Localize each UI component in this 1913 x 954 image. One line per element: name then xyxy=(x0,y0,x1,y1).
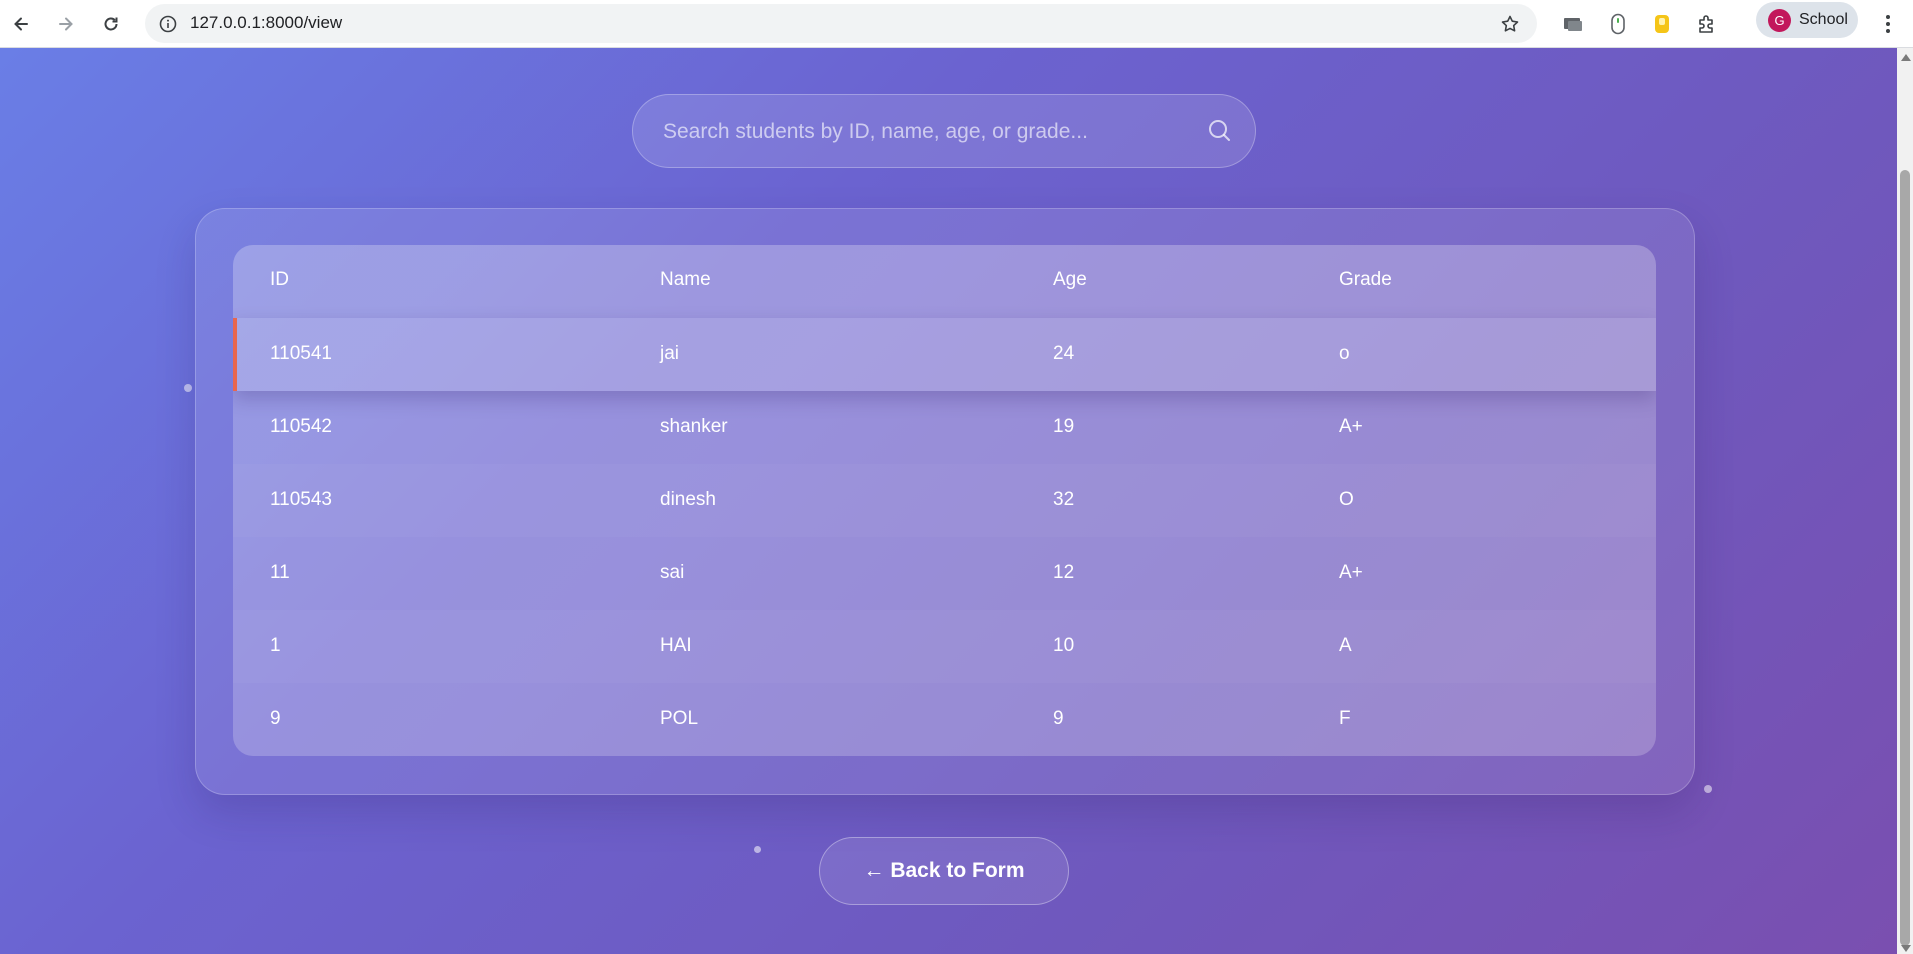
page-scrollbar[interactable] xyxy=(1897,48,1913,954)
table-row[interactable]: 11 sai 12 A+ xyxy=(233,537,1656,610)
decorative-dot xyxy=(184,384,192,392)
avatar: G xyxy=(1768,9,1791,32)
cell-name: POL xyxy=(660,708,699,729)
cell-name: sai xyxy=(660,562,685,583)
cell-id: 110541 xyxy=(270,343,332,364)
scroll-thumb[interactable] xyxy=(1900,170,1910,946)
search-input[interactable] xyxy=(663,113,1183,151)
cell-id: 11 xyxy=(270,562,290,583)
extension-mouse-icon[interactable] xyxy=(1603,9,1633,39)
cell-id: 110543 xyxy=(270,489,332,510)
bookmark-star-icon[interactable] xyxy=(1492,6,1528,42)
address-bar[interactable]: 127.0.0.1:8000/view xyxy=(145,4,1537,43)
table-row[interactable]: 1 HAI 10 A xyxy=(233,610,1656,683)
column-header-name[interactable]: Name xyxy=(660,269,711,291)
cell-grade: A+ xyxy=(1339,416,1363,437)
table-row[interactable]: 110543 dinesh 32 O xyxy=(233,464,1656,537)
extension-yellow-icon[interactable] xyxy=(1647,9,1677,39)
column-header-grade[interactable]: Grade xyxy=(1339,269,1392,291)
forward-nav-icon[interactable] xyxy=(48,6,84,42)
reload-icon[interactable] xyxy=(93,6,129,42)
table-row[interactable]: 9 POL 9 F xyxy=(233,683,1656,756)
url-text: 127.0.0.1:8000/view xyxy=(190,13,343,32)
table-row[interactable]: 110541 jai 24 o xyxy=(233,318,1656,391)
scroll-down-arrow-icon[interactable] xyxy=(1901,945,1911,952)
cell-name: shanker xyxy=(660,416,728,437)
cell-age: 9 xyxy=(1053,708,1064,729)
cell-grade: O xyxy=(1339,489,1354,510)
cell-age: 24 xyxy=(1053,343,1075,364)
cell-name: jai xyxy=(660,343,680,364)
search-bar[interactable] xyxy=(632,94,1256,168)
cell-grade: A xyxy=(1339,635,1352,656)
table-row[interactable]: 110542 shanker 19 A+ xyxy=(233,391,1656,464)
cell-grade: o xyxy=(1339,343,1350,364)
cell-age: 12 xyxy=(1053,562,1075,583)
students-table: ID Name Age Grade 110541 jai 24 o 110542… xyxy=(233,245,1656,756)
cell-grade: F xyxy=(1339,708,1351,729)
column-header-age[interactable]: Age xyxy=(1053,269,1087,291)
profile-chip[interactable]: G School xyxy=(1756,2,1858,38)
extension-cast-icon[interactable] xyxy=(1558,9,1588,39)
column-header-id[interactable]: ID xyxy=(270,269,289,291)
cell-id: 1 xyxy=(270,635,281,656)
cell-id: 9 xyxy=(270,708,281,729)
browser-menu-icon[interactable] xyxy=(1870,6,1906,42)
cell-name: HAI xyxy=(660,635,692,656)
search-icon[interactable] xyxy=(1207,118,1233,144)
decorative-dot xyxy=(754,846,761,853)
site-info-icon[interactable] xyxy=(157,13,179,35)
back-to-form-button[interactable]: ← Back to Form xyxy=(819,837,1069,905)
back-nav-icon[interactable] xyxy=(3,6,39,42)
cell-id: 110542 xyxy=(270,416,332,437)
cell-name: dinesh xyxy=(660,489,716,510)
page-viewport: ID Name Age Grade 110541 jai 24 o 110542… xyxy=(0,48,1897,954)
table-header-row: ID Name Age Grade xyxy=(233,245,1656,318)
decorative-dot xyxy=(1704,785,1712,793)
scroll-up-arrow-icon[interactable] xyxy=(1901,54,1911,61)
cell-age: 19 xyxy=(1053,416,1075,437)
cell-grade: A+ xyxy=(1339,562,1363,583)
profile-name: School xyxy=(1799,11,1848,28)
browser-toolbar: 127.0.0.1:8000/view G School xyxy=(0,0,1913,48)
extensions-puzzle-icon[interactable] xyxy=(1692,9,1722,39)
cell-age: 32 xyxy=(1053,489,1075,510)
cell-age: 10 xyxy=(1053,635,1075,656)
